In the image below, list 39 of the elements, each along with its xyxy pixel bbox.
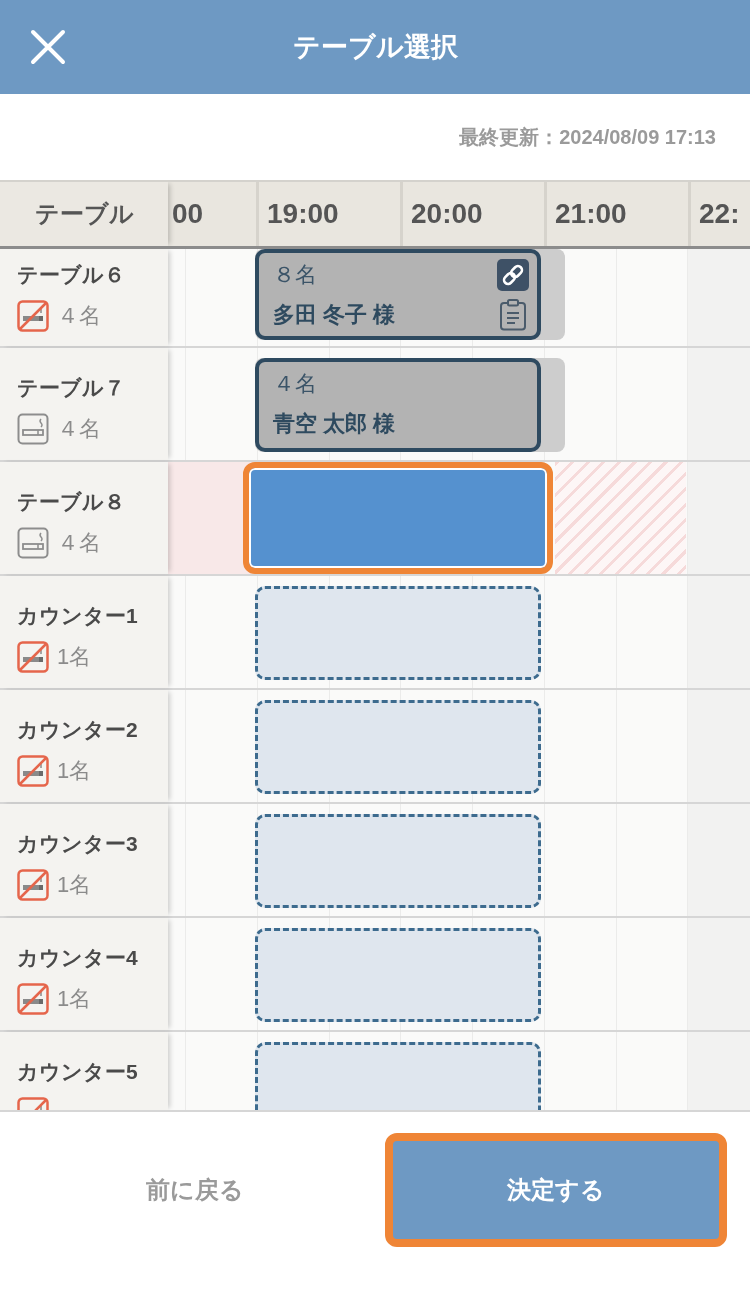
column-header: テーブル: [34, 199, 134, 229]
table-name: カウンター1: [17, 603, 139, 629]
time-label: 00: [172, 197, 204, 231]
guest-name: 青空 太郎 様: [273, 410, 396, 438]
capacity-text: 1名: [57, 871, 92, 899]
time-label: 20:00: [411, 197, 483, 231]
available-time-slot[interactable]: [255, 814, 541, 908]
party-size: ４名: [273, 370, 317, 398]
screen-title: テーブル選択: [292, 31, 458, 64]
capacity-text: ４名: [57, 415, 101, 443]
table-name: カウンター3: [17, 831, 139, 857]
capacity-text: 1名: [57, 757, 92, 785]
table-name: カウンター4: [17, 945, 139, 971]
close-button[interactable]: [28, 27, 68, 67]
confirm-button[interactable]: 決定する: [385, 1133, 727, 1247]
reservation-block[interactable]: ４名 青空 太郎 様: [255, 358, 541, 452]
capacity-text: ４名: [57, 529, 101, 557]
reservation-block[interactable]: ８名 多田 冬子 様: [255, 249, 541, 340]
available-time-slot[interactable]: [255, 928, 541, 1022]
guest-name: 多田 冬子 様: [273, 301, 396, 329]
selected-time-slot[interactable]: [243, 462, 553, 574]
table-name: カウンター2: [17, 717, 139, 743]
time-label: 22:: [699, 197, 740, 231]
table-name: テーブル８: [17, 489, 126, 515]
table-name: テーブル６: [17, 262, 126, 288]
close-icon: [30, 29, 66, 65]
last-updated-text: 最終更新：2024/08/09 17:13: [459, 125, 716, 150]
back-button[interactable]: 前に戻る: [15, 1133, 375, 1247]
capacity-text: 1名: [57, 643, 92, 671]
time-label: 21:00: [555, 197, 627, 231]
available-time-slot[interactable]: [255, 700, 541, 794]
table-name: テーブル７: [17, 375, 126, 401]
time-label: 19:00: [267, 197, 339, 231]
party-size: ８名: [273, 261, 317, 289]
available-time-slot[interactable]: [255, 1042, 541, 1110]
capacity-text: 1名: [57, 985, 92, 1013]
capacity-text: ４名: [57, 302, 101, 330]
available-time-slot[interactable]: [255, 586, 541, 680]
table-name: カウンター5: [17, 1059, 139, 1085]
